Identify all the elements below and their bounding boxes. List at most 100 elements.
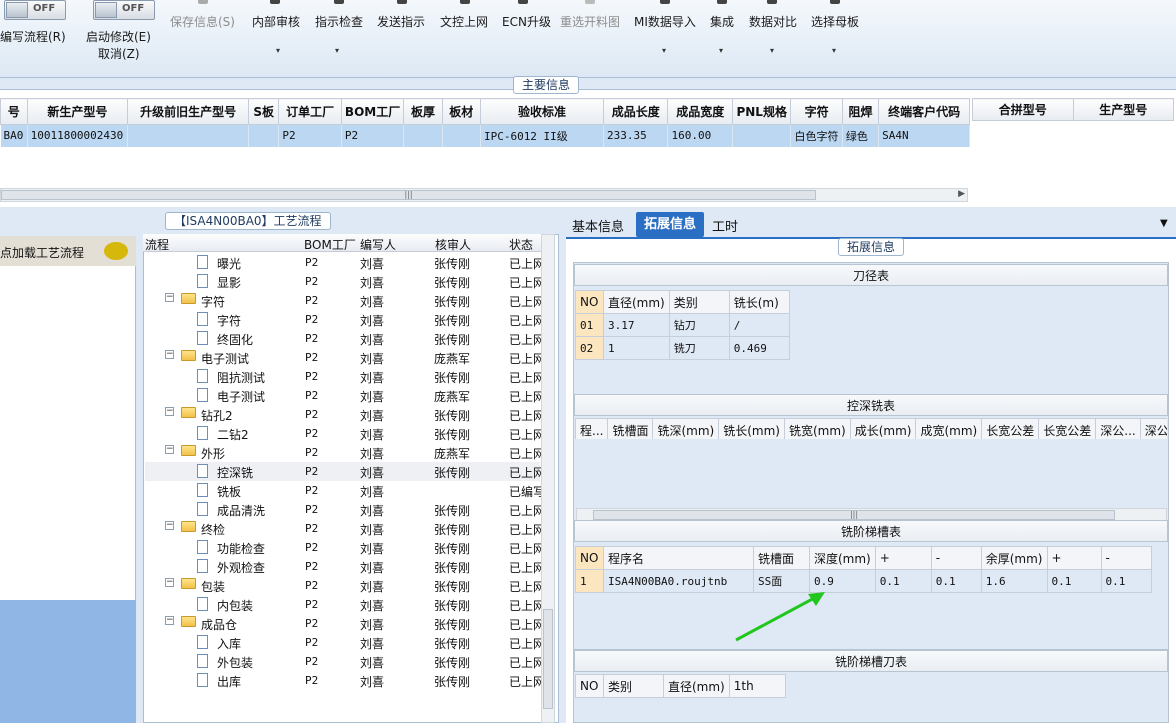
data-compare-button[interactable]: 数据对比 — [749, 13, 797, 30]
column-header[interactable]: 长宽公差 — [1038, 418, 1097, 439]
tree-row[interactable]: 控深铣 P2 刘喜 张传刚 已上网 — [145, 462, 545, 481]
tree-row[interactable]: − 字符 P2 刘喜 张传刚 已上网 — [145, 291, 545, 310]
table-row[interactable]: BA0 10011800002430 P2 P2 IPC-6012 II级 233.35 1… — [0, 124, 970, 147]
column-header[interactable]: NO — [575, 674, 604, 698]
chevron-down-icon[interactable]: ▾ — [832, 46, 836, 55]
tree-row[interactable]: 出库 P2 刘喜 张传刚 已上网 — [145, 671, 545, 690]
select-master-button[interactable]: 选择母板 — [811, 13, 859, 30]
column-header[interactable]: 板厚 — [403, 98, 443, 125]
collapse-icon[interactable]: − — [165, 407, 174, 416]
column-header[interactable]: 深公... — [1095, 418, 1141, 439]
save-info-button[interactable]: 保存信息(S) — [170, 13, 235, 30]
column-header[interactable]: 成品长度 — [602, 98, 669, 125]
column-header[interactable]: 余厚(mm) — [980, 546, 1048, 570]
column-header[interactable]: + — [874, 546, 932, 570]
column-header[interactable]: - — [1100, 546, 1152, 570]
tree-row[interactable]: 曝光 P2 刘喜 张传刚 已上网 — [145, 253, 545, 272]
column-header[interactable]: 直径(mm) — [603, 290, 670, 314]
column-header[interactable]: 直径(mm) — [663, 674, 730, 698]
column-header[interactable]: NO — [575, 290, 604, 314]
collapse-icon[interactable]: − — [165, 445, 174, 454]
instruct-check-button[interactable]: 指示检查 — [315, 13, 363, 30]
column-header[interactable]: 铣长(mm) — [718, 418, 785, 439]
col-author[interactable]: 编写人 — [360, 236, 396, 253]
tree-row[interactable]: 二钻2 P2 刘喜 张传刚 已上网 — [145, 424, 545, 443]
column-header[interactable]: 铣深(mm) — [652, 418, 720, 439]
column-header[interactable]: 类别 — [668, 290, 730, 314]
tree-row[interactable]: 终固化 P2 刘喜 张传刚 已上网 — [145, 329, 545, 348]
toggle-switch-2[interactable]: OFF — [93, 0, 155, 20]
col-bom-factory[interactable]: BOM工厂 — [304, 236, 356, 253]
column-header[interactable]: S板 — [248, 98, 280, 125]
table-row[interactable]: 01 3.17 钻刀 / — [575, 313, 790, 337]
mi-import-button[interactable]: MI数据导入 — [634, 13, 696, 30]
column-header[interactable]: BOM工厂 — [340, 98, 405, 125]
tree-row[interactable]: 外包装 P2 刘喜 张传刚 已上网 — [145, 652, 545, 671]
column-header[interactable]: 终端客户代码 — [878, 98, 970, 125]
column-header[interactable]: 生产型号 — [1072, 98, 1174, 121]
main-horizontal-scrollbar[interactable]: ||| ▶ — [0, 188, 968, 202]
table-row[interactable]: 1 ISA4N00BA0.roujtnb SS面 0.9 0.1 0.1 1.6 0.1 0.1 — [575, 569, 1152, 593]
column-header[interactable]: 订单工厂 — [278, 98, 342, 125]
flow-vertical-scrollbar[interactable] — [541, 234, 555, 723]
column-header[interactable]: 验收标准 — [479, 98, 604, 125]
collapse-icon[interactable]: − — [165, 350, 174, 359]
collapse-icon[interactable]: − — [165, 521, 174, 530]
tree-row[interactable]: − 外形 P2 刘喜 庞燕军 已上网 — [145, 443, 545, 462]
chevron-down-icon[interactable]: ▾ — [335, 46, 339, 55]
cancel-button[interactable]: 取消(Z) — [98, 45, 140, 62]
table-row[interactable]: 02 1 铣刀 0.469 — [575, 336, 790, 360]
chevron-down-icon[interactable]: ▾ — [770, 46, 774, 55]
tabs-dropdown-icon[interactable]: ▼ — [1160, 218, 1168, 229]
tree-row[interactable]: 显影 P2 刘喜 张传刚 已上网 — [145, 272, 545, 291]
column-header[interactable]: 长宽公差 — [981, 418, 1040, 439]
column-header[interactable]: 程... — [575, 418, 609, 439]
send-instruct-button[interactable]: 发送指示 — [377, 13, 425, 30]
collapse-icon[interactable]: − — [165, 578, 174, 587]
tab-basic-info[interactable]: 基本信息 — [572, 216, 624, 235]
column-header[interactable]: 成长(mm) — [849, 418, 917, 439]
tree-row[interactable]: − 终检 P2 刘喜 张传刚 已上网 — [145, 519, 545, 538]
col-status[interactable]: 状态 — [509, 236, 533, 253]
column-header[interactable]: 铣宽(mm) — [783, 418, 851, 439]
tree-row[interactable]: 内包装 P2 刘喜 张传刚 已上网 — [145, 595, 545, 614]
tree-row[interactable]: − 电子测试 P2 刘喜 庞燕军 已上网 — [145, 348, 545, 367]
tree-row[interactable]: 入库 P2 刘喜 张传刚 已上网 — [145, 633, 545, 652]
tree-row[interactable]: − 成品仓 P2 刘喜 张传刚 已上网 — [145, 614, 545, 633]
column-header[interactable]: 铣槽面 — [753, 546, 810, 570]
column-header[interactable]: 升级前旧生产型号 — [127, 98, 250, 125]
collapse-icon[interactable]: − — [165, 293, 174, 302]
integrate-button[interactable]: 集成 — [710, 13, 734, 30]
col-flow[interactable]: 流程 — [145, 236, 169, 253]
tree-row[interactable]: 功能检查 P2 刘喜 张传刚 已上网 — [145, 538, 545, 557]
chevron-down-icon[interactable]: ▾ — [662, 46, 666, 55]
chevron-down-icon[interactable]: ▾ — [276, 46, 280, 55]
column-header[interactable]: 程序名 — [603, 546, 754, 570]
column-header[interactable]: 1th — [728, 674, 786, 698]
doc-upload-button[interactable]: 文控上网 — [440, 13, 488, 30]
tab-work-hours[interactable]: 工时 — [712, 216, 738, 235]
column-header[interactable]: 板材 — [441, 98, 481, 125]
column-header[interactable]: 成品宽度 — [667, 98, 733, 125]
col-reviewer[interactable]: 核审人 — [435, 236, 471, 253]
load-flow-banner[interactable]: 点加载工艺流程 — [0, 236, 136, 266]
column-header[interactable]: 铣槽面 — [607, 418, 654, 439]
column-header[interactable]: 字符 — [790, 98, 843, 125]
column-header[interactable]: 成宽(mm) — [915, 418, 983, 439]
tree-row[interactable]: 阻抗测试 P2 刘喜 张传刚 已上网 — [145, 367, 545, 386]
column-header[interactable]: 铣长(m) — [728, 290, 790, 314]
column-header[interactable]: 合拼型号 — [972, 98, 1074, 121]
tree-row[interactable]: 电子测试 P2 刘喜 庞燕军 已上网 — [145, 386, 545, 405]
collapse-icon[interactable]: − — [165, 616, 174, 625]
column-header[interactable]: NO — [575, 546, 604, 570]
tree-row[interactable]: 铣板 P2 刘喜 已编写 — [145, 481, 545, 500]
column-header[interactable]: 深公 — [1139, 418, 1167, 439]
edit-flow-button[interactable]: 编写流程(R) — [0, 28, 66, 45]
tree-row[interactable]: 外观检查 P2 刘喜 张传刚 已上网 — [145, 557, 545, 576]
reselect-material-button[interactable]: 重选开料图 — [560, 13, 620, 30]
tree-row[interactable]: − 包装 P2 刘喜 张传刚 已上网 — [145, 576, 545, 595]
tab-extended-info[interactable]: 拓展信息 — [636, 212, 704, 237]
column-header[interactable]: + — [1046, 546, 1102, 570]
ecn-upgrade-button[interactable]: ECN升级 — [502, 13, 551, 30]
internal-audit-button[interactable]: 内部审核 — [252, 13, 300, 30]
